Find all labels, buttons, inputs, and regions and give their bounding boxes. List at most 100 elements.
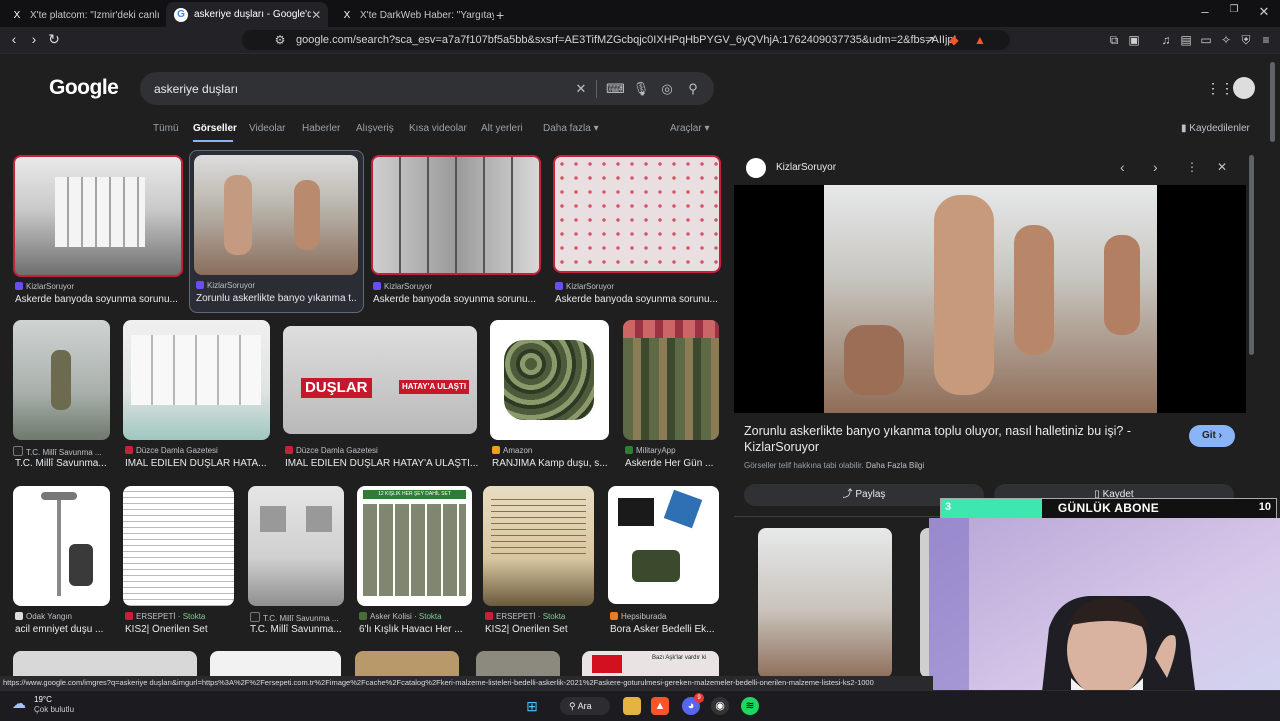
result-thumbnail[interactable]: 12 KIŞLIK HER ŞEY DAHİL SET xyxy=(357,486,472,606)
scrollbar[interactable] xyxy=(1270,62,1275,142)
panel-title[interactable]: Zorunlu askerlikte banyo yıkanma toplu o… xyxy=(744,423,1164,455)
search-box[interactable]: askeriye duşları ✕ ⌨ 🎙 ◎ ⚲ xyxy=(140,72,714,105)
result-thumbnail[interactable] xyxy=(248,486,344,606)
previous-icon[interactable]: ‹ xyxy=(1120,159,1125,175)
result-caption[interactable]: T.C. Millî Savunma... xyxy=(250,624,344,635)
brave-browser-icon[interactable]: ▲ xyxy=(651,697,669,715)
result-thumbnail[interactable] xyxy=(13,320,110,440)
tab-short-videos[interactable]: Kısa videolar xyxy=(409,123,467,134)
result-caption[interactable]: İMAL EDİLEN DUŞLAR HATA... xyxy=(125,458,270,469)
keyboard-icon[interactable]: ⌨ xyxy=(606,80,625,98)
tab-videos[interactable]: Videolar xyxy=(249,123,286,134)
close-tab-icon[interactable]: ✕ xyxy=(311,8,322,22)
result-thumbnail[interactable]: DUŞLAR HATAY'A ULAŞTI xyxy=(283,326,477,434)
result-thumbnail[interactable] xyxy=(123,320,270,440)
voice-search-icon[interactable]: 🎙 xyxy=(632,80,650,98)
related-image[interactable] xyxy=(758,528,892,678)
maximize-icon[interactable]: ❐ xyxy=(1219,4,1249,15)
result-caption[interactable]: Askerde banyoda soyunma sorunu... xyxy=(555,294,719,305)
search-icon[interactable]: ⚲ xyxy=(684,80,702,98)
lens-icon[interactable]: ◎ xyxy=(658,80,676,98)
windows-start-icon[interactable]: ⊞ xyxy=(523,697,541,715)
result-thumbnail[interactable] xyxy=(608,486,719,604)
google-logo[interactable]: Google xyxy=(49,76,119,100)
wallet-icon[interactable]: ▭ xyxy=(1198,32,1214,48)
tab-more[interactable]: Daha fazla ▾ xyxy=(543,123,599,134)
panel-source[interactable]: KizlarSoruyor xyxy=(776,162,836,173)
apps-grid-icon[interactable]: ⋮⋮ xyxy=(1206,80,1234,97)
visit-button[interactable]: Git › xyxy=(1189,425,1235,447)
search-input[interactable]: askeriye duşları xyxy=(154,82,238,96)
result-thumbnail[interactable] xyxy=(13,155,183,277)
url-text[interactable]: google.com/search?sca_esv=a7a7f107bf5a5b… xyxy=(296,34,956,46)
result-thumbnail[interactable] xyxy=(194,155,358,275)
minimize-icon[interactable]: – xyxy=(1190,4,1220,19)
result-caption[interactable]: Zorunlu askerlikte banyo yıkanma t... xyxy=(196,293,356,304)
address-bar[interactable]: ⚙ google.com/search?sca_esv=a7a7f107bf5a… xyxy=(242,30,1010,50)
image-result-thumbnail[interactable]: Bazı Aşk'lar vardır ki xyxy=(582,651,719,676)
browser-tab-active[interactable]: G askeriye duşları - Google'da Ara ✕ xyxy=(166,2,328,27)
weather-temp[interactable]: 19°C xyxy=(34,695,52,704)
obs-icon[interactable]: ◉ xyxy=(711,697,729,715)
back-icon[interactable]: ‹ xyxy=(6,31,22,47)
result-caption[interactable]: T.C. Millî Savunma... xyxy=(15,458,110,469)
reload-icon[interactable]: ↻ xyxy=(46,31,62,47)
result-thumbnail[interactable] xyxy=(623,320,719,440)
brave-rewards-icon[interactable]: ▲ xyxy=(972,32,988,48)
result-caption[interactable]: RANJIMA Kamp duşu, s... xyxy=(492,458,609,469)
result-thumbnail[interactable] xyxy=(123,486,234,606)
avatar[interactable] xyxy=(1233,77,1255,99)
result-caption[interactable]: 6'lı Kışlık Havacı Her ... xyxy=(359,624,472,635)
screenshot-icon[interactable]: ▣ xyxy=(1126,32,1142,48)
next-icon[interactable]: › xyxy=(1153,159,1158,175)
result-caption[interactable]: İMAL EDİLEN DUŞLAR HATAY'A ULAŞTI... xyxy=(285,458,479,469)
result-thumbnail[interactable] xyxy=(490,320,609,440)
result-thumbnail[interactable] xyxy=(553,155,721,273)
tab-shopping[interactable]: Alışveriş xyxy=(356,123,394,134)
clear-search-icon[interactable]: ✕ xyxy=(572,80,590,98)
sidebar-icon[interactable]: ▤ xyxy=(1178,32,1194,48)
forward-icon[interactable]: › xyxy=(26,31,42,47)
share-icon[interactable]: ↗ xyxy=(922,32,938,48)
media-icon[interactable]: ♫ xyxy=(1158,32,1174,48)
panel-scrollbar[interactable] xyxy=(1249,155,1254,355)
result-caption[interactable]: Askerde banyoda soyunma sorunu... xyxy=(373,294,541,305)
result-caption[interactable]: Askerde Her Gün ... xyxy=(625,458,719,469)
image-result-thumbnail[interactable] xyxy=(355,651,459,676)
new-tab-button[interactable]: + xyxy=(496,4,516,26)
tab-news[interactable]: Haberler xyxy=(302,123,340,134)
image-result-thumbnail[interactable] xyxy=(476,651,560,676)
more-options-icon[interactable]: ⋮ xyxy=(1186,160,1198,174)
result-thumbnail[interactable] xyxy=(483,486,594,606)
result-caption[interactable]: KIS2| Önerilen Set xyxy=(485,624,594,635)
close-window-icon[interactable]: ✕ xyxy=(1249,4,1279,20)
saved-button[interactable]: ▮ Kaydedilenler xyxy=(1181,123,1250,134)
browser-tab[interactable]: X X'te platcom: "İzmir'deki canlı yayınd… xyxy=(2,4,162,26)
taskbar-search[interactable]: ⚲ Ara xyxy=(560,697,610,715)
result-thumbnail[interactable] xyxy=(13,486,110,606)
result-caption[interactable]: KIS2| Önerilen Set xyxy=(125,624,234,635)
image-result-selected[interactable]: KizlarSoruyor Zorunlu askerlikte banyo y… xyxy=(189,150,364,313)
menu-icon[interactable]: ≡ xyxy=(1258,32,1274,48)
preview-image[interactable] xyxy=(734,185,1246,413)
result-thumbnail[interactable] xyxy=(371,155,541,275)
result-caption[interactable]: acil emniyet duşu ... xyxy=(15,624,110,635)
result-caption[interactable]: Askerde banyoda soyunma sorunu... xyxy=(15,294,181,305)
tools-button[interactable]: Araçlar ▾ xyxy=(670,123,709,134)
tab-places[interactable]: Alt yerleri xyxy=(481,123,523,134)
leo-ai-icon[interactable]: ✧ xyxy=(1218,32,1234,48)
spotify-icon[interactable]: ≋ xyxy=(741,697,759,715)
tab-all[interactable]: Tümü xyxy=(153,123,179,134)
file-explorer-icon[interactable] xyxy=(623,697,641,715)
vpn-icon[interactable]: ⛨ xyxy=(1238,32,1254,48)
close-panel-icon[interactable]: ✕ xyxy=(1217,160,1227,174)
more-info-link[interactable]: Daha Fazla Bilgi xyxy=(866,461,924,470)
extensions-icon[interactable]: ⧉ xyxy=(1106,32,1122,48)
image-result-thumbnail[interactable] xyxy=(210,651,341,676)
weather-condition[interactable]: Çok bulutlu xyxy=(34,705,74,714)
tab-images[interactable]: Görseller xyxy=(193,123,237,134)
browser-tab[interactable]: X X'te DarkWeb Haber: "Yargıtay'a göre xyxy=(332,4,494,26)
weather-icon[interactable]: ☁ xyxy=(12,695,32,715)
image-result-thumbnail[interactable] xyxy=(13,651,197,676)
site-info-icon[interactable]: ⚙ xyxy=(272,32,288,48)
